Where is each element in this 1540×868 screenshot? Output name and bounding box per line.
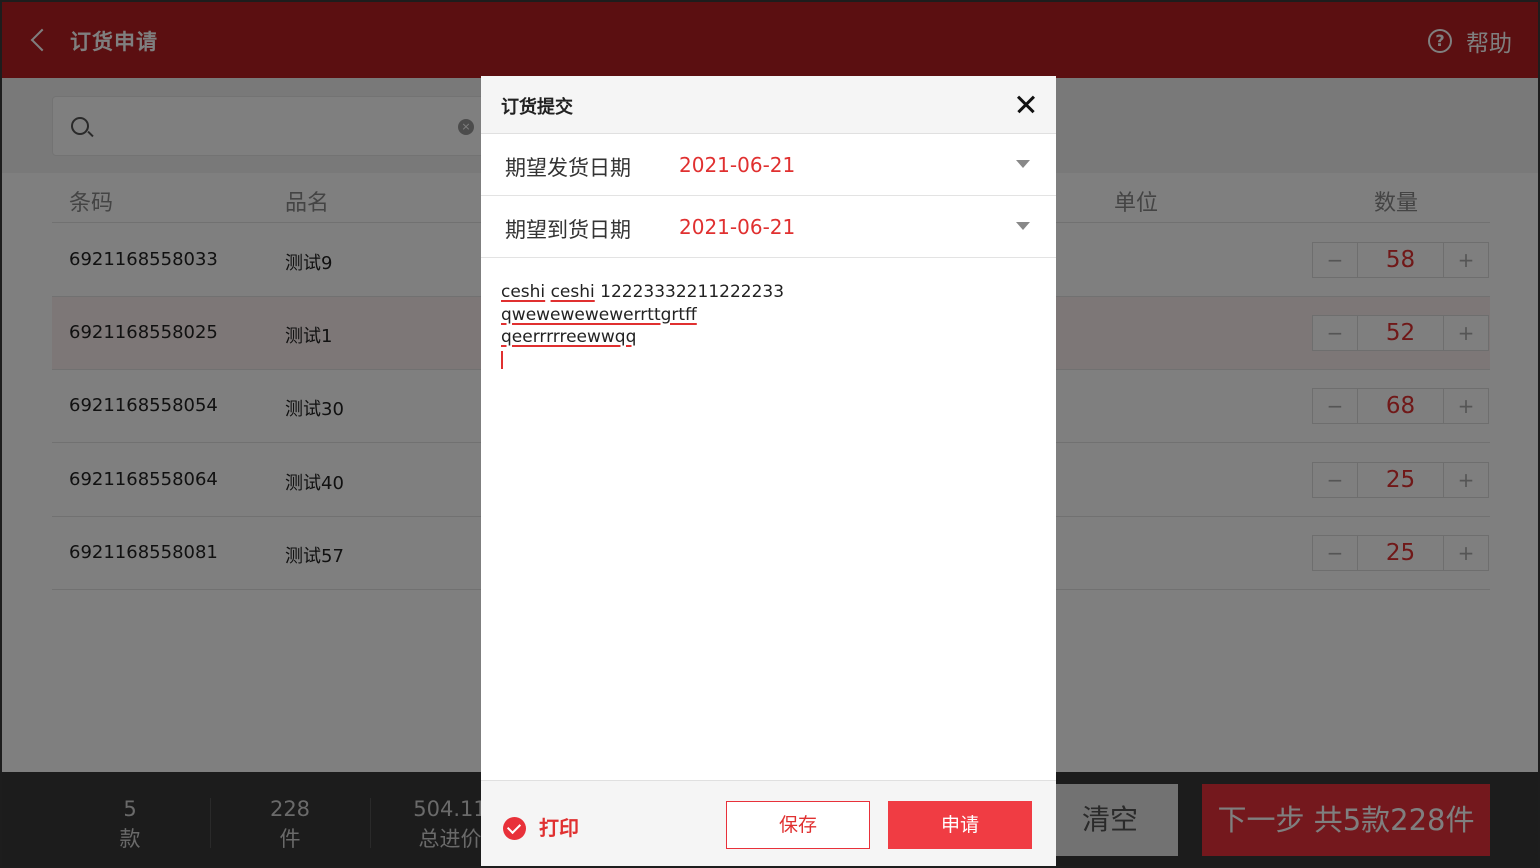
ship-date-value: 2021-06-21 xyxy=(679,153,796,177)
dialog-title: 订货提交 xyxy=(501,97,573,118)
arrive-date-value: 2021-06-21 xyxy=(679,215,796,239)
apply-button[interactable]: 申请 xyxy=(888,801,1032,849)
remark-line: qeerrrrreewwqq xyxy=(501,326,1031,349)
ship-date-select[interactable]: 期望发货日期 2021-06-21 xyxy=(481,134,1056,196)
remark-word: qwewewewewerrttgrtff xyxy=(501,304,697,325)
text-cursor xyxy=(501,350,503,369)
print-option-label[interactable]: 打印 xyxy=(539,812,579,841)
save-button[interactable]: 保存 xyxy=(726,801,870,849)
dialog-footer: 打印 保存 申请 xyxy=(481,780,1056,866)
checkbox-checked-icon[interactable] xyxy=(503,817,526,840)
remark-line: qwewewewewerrttgrtff xyxy=(501,304,1031,327)
arrive-date-select[interactable]: 期望到货日期 2021-06-21 xyxy=(481,196,1056,258)
dropdown-caret-icon xyxy=(1016,222,1030,230)
dropdown-caret-icon xyxy=(1016,160,1030,168)
remark-word: ceshi xyxy=(550,282,595,302)
remark-word: ceshi xyxy=(501,282,546,302)
close-icon[interactable] xyxy=(1012,90,1040,118)
remark-textarea[interactable]: ceshi ceshi 12223332211222233 qwewewewew… xyxy=(501,281,1031,369)
remark-text: 12223332211222233 xyxy=(594,282,785,302)
remark-line: ceshi ceshi 12223332211222233 xyxy=(501,281,1031,304)
ship-date-label: 期望发货日期 xyxy=(505,156,631,180)
arrive-date-label: 期望到货日期 xyxy=(505,218,631,242)
remark-word: qeerrrrreewwqq xyxy=(501,327,637,347)
order-submit-dialog: 订货提交 期望发货日期 2021-06-21 期望到货日期 2021-06-21… xyxy=(481,76,1056,866)
dialog-header: 订货提交 xyxy=(481,76,1056,134)
